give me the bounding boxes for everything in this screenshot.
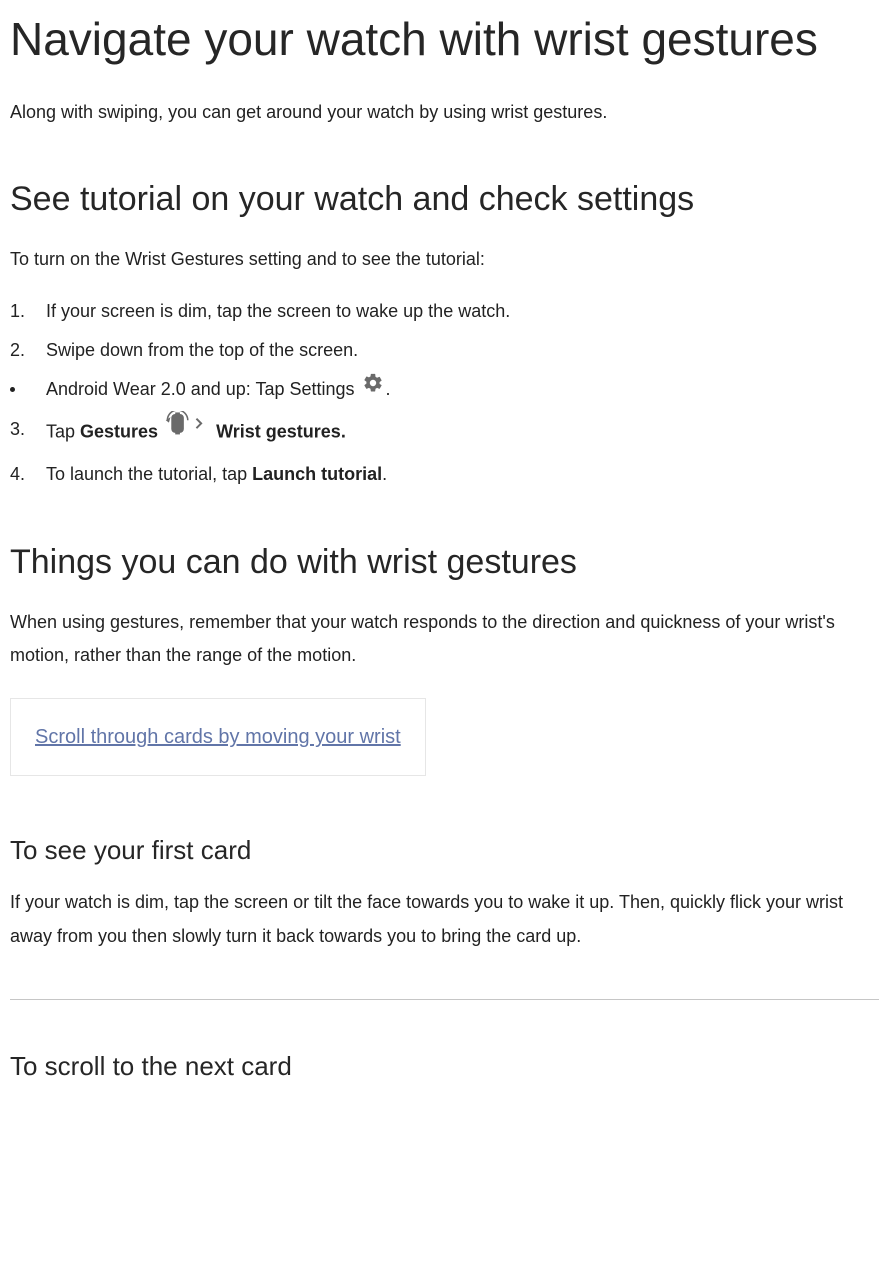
step-4-pre: To launch the tutorial, tap [46,464,252,484]
page-title: Navigate your watch with wrist gestures [10,10,879,70]
expandable-card[interactable]: Scroll through cards by moving your wris… [10,698,426,776]
tutorial-steps-list: 1. If your screen is dim, tap the screen… [10,295,879,492]
step-1-marker: 1. [10,295,40,328]
step-2: 2. Swipe down from the top of the screen… [10,334,879,367]
step-2-marker: 2. [10,334,40,367]
step-3: 3. Tap Gestures Wrist gestures. [10,413,879,452]
section-first-card-body: If your watch is dim, tap the screen or … [10,886,879,953]
section-tutorial-heading: See tutorial on your watch and check set… [10,177,879,221]
step-4-post: . [382,464,387,484]
step-2-sub-post: . [386,379,391,399]
step-2-text: Swipe down from the top of the screen. [46,340,358,360]
step-1-text: If your screen is dim, tap the screen to… [46,301,510,321]
section-things-heading: Things you can do with wrist gestures [10,540,879,584]
section-next-card-heading: To scroll to the next card [10,1050,879,1084]
step-4-bold: Launch tutorial [252,464,382,484]
step-3-bold-gestures: Gestures [80,421,158,441]
section-first-card-heading: To see your first card [10,834,879,868]
step-2-sub: Android Wear 2.0 and up: Tap Settings . [10,373,879,407]
step-3-marker: 3. [10,413,40,446]
step-3-bold-wrist: Wrist gestures. [216,421,346,441]
section-things-intro: When using gestures, remember that your … [10,606,879,673]
step-2-sub-pre: Android Wear 2.0 and up: Tap Settings [46,379,360,399]
bullet-marker [10,373,40,406]
step-4-marker: 4. [10,458,40,491]
step-1: 1. If your screen is dim, tap the screen… [10,295,879,328]
step-4: 4. To launch the tutorial, tap Launch tu… [10,458,879,491]
section-divider [10,999,879,1000]
step-3-pre: Tap [46,421,80,441]
step-3-mid [158,421,163,441]
expand-link-scroll-cards[interactable]: Scroll through cards by moving your wris… [35,726,401,748]
intro-paragraph: Along with swiping, you can get around y… [10,96,879,129]
gear-icon [362,374,384,407]
section-tutorial-intro: To turn on the Wrist Gestures setting an… [10,243,879,276]
gesture-arrow-icon [165,413,209,452]
